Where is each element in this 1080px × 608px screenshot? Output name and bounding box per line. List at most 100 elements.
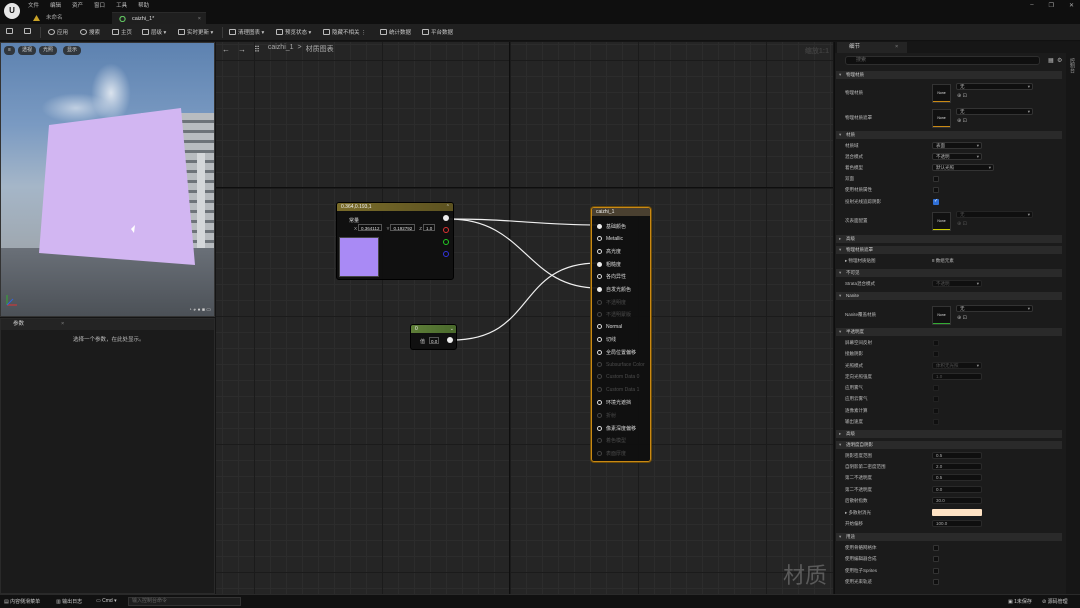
asset-thumbnail[interactable]: None — [932, 84, 951, 103]
result-input-pin[interactable]: Subsurface Color — [597, 361, 645, 368]
scattering-color-swatch[interactable] — [932, 509, 982, 516]
used-with-beam-checkbox[interactable] — [933, 579, 939, 585]
section-nanite[interactable]: ▾ Nanite — [836, 292, 1062, 300]
material-result-node[interactable]: caizhi_1 基础颜色 Metallic 高光度 粗糙度 各向异性 自发光颜色 不透明度… — [591, 207, 651, 462]
section-self-shadow[interactable]: ▾ 透明度自阴影 — [836, 441, 1062, 449]
lighting-mode-dropdown[interactable]: 体积无光照 ▾ — [932, 362, 982, 369]
output-pin-r[interactable] — [443, 227, 449, 233]
perspective-button[interactable]: 透视 — [18, 46, 37, 55]
two-sided-checkbox[interactable] — [933, 176, 939, 182]
search-button[interactable]: 搜索 — [80, 28, 100, 36]
menu-help[interactable]: 帮助 — [138, 1, 149, 9]
contact-shadows-checkbox[interactable] — [933, 351, 939, 357]
result-input-pin[interactable]: 像素深度偏移 — [597, 425, 636, 432]
section-physical-mask[interactable]: ▾ 物理材质遮罩 — [836, 246, 1062, 254]
section-material[interactable]: ▾ 材质 — [836, 131, 1062, 139]
minimize-button[interactable]: – — [1030, 2, 1033, 9]
pin-icon[interactable] — [597, 261, 602, 267]
breadcrumb-current[interactable]: 材质图表 — [306, 44, 334, 54]
section-translucency[interactable]: ▾ 半透明度 — [836, 328, 1062, 336]
tab-material-editor[interactable]: caizhi_1* × — [112, 12, 206, 24]
constant-node[interactable]: 0 ⌄ 值 0.0 — [410, 324, 457, 350]
output-pin[interactable] — [447, 337, 453, 343]
lit-button[interactable]: 光照 — [39, 46, 58, 55]
unsaved-indicator[interactable]: ▣ 1未保存 — [1008, 598, 1032, 605]
preview-viewport[interactable]: ≡ 透视 光照 显示 ◔ ◕ ● ■ ▭ — [0, 42, 215, 317]
output-pin-g[interactable] — [443, 239, 449, 245]
directional-lighting-field[interactable]: 1.0 — [932, 373, 982, 380]
browse-button[interactable] — [24, 28, 33, 35]
per-pixel-checkbox[interactable] — [933, 408, 939, 414]
pin-icon[interactable] — [597, 312, 602, 318]
asset-thumbnail[interactable]: None — [932, 306, 951, 325]
result-input-pin[interactable]: 折射 — [597, 412, 616, 419]
subsurface-profile-picker[interactable]: 无 ▾ — [956, 211, 1033, 218]
result-input-pin[interactable]: 粗糙度 — [597, 261, 621, 268]
console-side-tab[interactable]: 控制台 — [1069, 58, 1076, 73]
home-button[interactable]: 主页 — [112, 28, 132, 36]
ssr-checkbox[interactable] — [933, 340, 939, 346]
pin-icon[interactable] — [597, 323, 602, 329]
z-value[interactable]: 1.0 — [423, 224, 436, 231]
pin-icon[interactable] — [597, 337, 602, 343]
result-input-pin[interactable]: 自发光颜色 — [597, 286, 631, 293]
source-control-button[interactable]: ⊘ 源码管理 — [1042, 598, 1068, 605]
close-window-button[interactable]: ✕ — [1069, 2, 1074, 9]
cmd-dropdown[interactable]: ▭ Cmd ▾ — [96, 598, 117, 604]
strata-blend-dropdown[interactable]: 不透明 ▾ — [932, 280, 982, 287]
details-search-input[interactable]: 搜索 — [845, 56, 1040, 65]
section-invisible[interactable]: ▾ 不可见 — [836, 269, 1062, 277]
x-value[interactable]: 0.364112 — [358, 224, 383, 231]
section-usage[interactable]: ▾ 用途 — [836, 533, 1062, 541]
backscatter-exp-field[interactable]: 30.0 — [932, 497, 982, 504]
opacity-offset-field[interactable]: 100.0 — [932, 520, 982, 527]
shading-model-dropdown[interactable]: 默认光照 ▾ — [932, 164, 994, 171]
pin-icon[interactable] — [597, 274, 602, 280]
console-input[interactable]: 输入控制台命令 — [128, 597, 241, 606]
result-input-pin[interactable]: 不透明度 — [597, 299, 626, 306]
apply-fogging-checkbox[interactable] — [933, 385, 939, 391]
menu-file[interactable]: 文件 — [28, 1, 39, 9]
back-arrow-icon[interactable]: ← — [222, 45, 230, 54]
gear-icon[interactable]: ⚙ — [1057, 57, 1062, 64]
asset-actions[interactable]: ⊕ ⊡ — [957, 118, 967, 124]
save-button[interactable] — [6, 28, 15, 35]
result-input-pin[interactable]: Custom Data 1 — [597, 386, 639, 393]
output-pin-b[interactable] — [443, 251, 449, 257]
material-domain-dropdown[interactable]: 表面 ▾ — [932, 142, 982, 149]
collapse-icon[interactable]: ⌃ — [446, 203, 450, 211]
platform-stats-button[interactable]: 平台数据 — [422, 28, 453, 36]
grid-view-icon[interactable]: ▦ — [1048, 57, 1054, 64]
pin-icon[interactable] — [597, 438, 602, 444]
pin-icon[interactable] — [597, 287, 602, 292]
live-update-button[interactable]: 实时更新 ▾ — [178, 28, 213, 36]
maximize-button[interactable]: ❐ — [1049, 2, 1054, 9]
menu-asset[interactable]: 资产 — [72, 1, 83, 9]
close-icon[interactable]: × — [895, 42, 898, 53]
pin-icon[interactable] — [597, 235, 602, 241]
pin-icon[interactable] — [597, 413, 602, 418]
material-graph-canvas[interactable]: ← → ⠿ caizhi_1 > 材质图表 缩放1:1 0.364,0.193,… — [216, 42, 833, 594]
tab-untitled-level[interactable]: 未命名 — [26, 12, 108, 24]
result-input-pin[interactable]: Metallic — [597, 235, 623, 242]
result-input-pin[interactable]: 高光度 — [597, 248, 621, 255]
pin-icon[interactable] — [597, 425, 602, 431]
asset-actions[interactable]: ⊕ ⊡ — [957, 221, 967, 227]
show-button[interactable]: 显示 — [63, 46, 82, 55]
section-advanced[interactable]: ▸ 高级 — [836, 235, 1062, 243]
content-drawer-button[interactable]: ▤ 内容侧滑菜单 — [4, 598, 40, 605]
used-with-skeletal-checkbox[interactable] — [933, 545, 939, 551]
result-input-pin[interactable]: 切线 — [597, 336, 616, 343]
pin-icon[interactable] — [597, 450, 602, 456]
output-log-button[interactable]: ▥ 输出日志 — [56, 598, 82, 605]
unreal-logo-icon[interactable]: U — [4, 3, 20, 19]
pin-icon[interactable] — [597, 249, 602, 255]
pin-icon[interactable] — [597, 299, 602, 305]
section-advanced-2[interactable]: ▸ 高级 — [836, 430, 1062, 438]
pin-icon[interactable] — [597, 374, 602, 380]
viewport-shape-buttons[interactable]: ◔ ◕ ● ■ ▭ — [189, 307, 211, 313]
asset-actions[interactable]: ⊕ ⊡ — [957, 315, 967, 321]
result-input-pin[interactable]: 表面厚度 — [597, 450, 626, 457]
result-input-pin[interactable]: 着色模型 — [597, 437, 626, 444]
parameters-tab[interactable]: 参数 × — [1, 319, 214, 330]
